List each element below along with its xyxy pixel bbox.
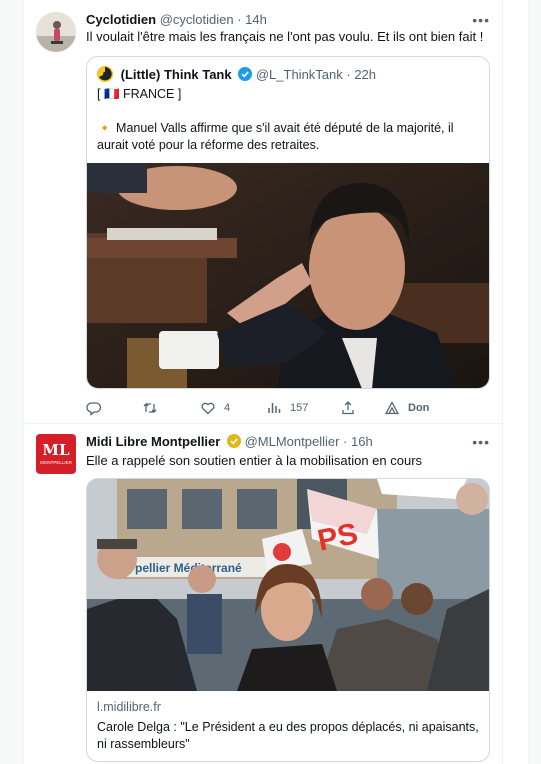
link-card[interactable]: pellier Méditerrané PS l.midilibre.fr Ca… [86,478,490,762]
quoted-tweet[interactable]: (Little) Think Tank @L_ThinkTank · 22h [… [86,56,490,389]
author-handle-time[interactable]: @MLMontpellier · 16h [245,434,373,449]
building-sign-text: pellier Méditerrané [135,561,242,575]
quote-text: 🔸 Manuel Valls affirme que s'il avait ét… [97,121,454,152]
more-dots-icon[interactable]: ••• [472,432,490,452]
link-card-domain[interactable]: l.midilibre.fr [97,700,161,714]
verified-badge-icon [238,67,253,81]
tweet[interactable]: ML MONTPELLIER Midi Libre Montpellier @M… [24,424,502,764]
heart-icon [201,402,215,415]
right-gutter [502,0,541,764]
don-label: Don [408,402,430,414]
link-card-photo[interactable]: pellier Méditerrané PS [87,479,489,691]
tweet-text: Elle a rappelé son soutien entier à la m… [86,453,423,468]
avatar[interactable] [36,12,76,52]
quote-author-name[interactable]: (Little) Think Tank [121,67,232,82]
quote-handle-time[interactable]: @L_ThinkTank · 22h [256,67,376,82]
avatar[interactable]: ML MONTPELLIER [36,434,76,474]
like-count: 4 [224,402,231,414]
quote-header: (Little) Think Tank @L_ThinkTank · 22h [97,66,376,84]
views-count: 157 [290,402,309,414]
reply-button[interactable] [86,398,110,418]
tweet-header: Midi Libre Montpellier @MLMontpellier · … [86,432,490,452]
avatar-logo-sub: MONTPELLIER [40,460,72,465]
avatar-logo-text: ML [42,441,70,459]
don-button[interactable]: Don [384,398,429,418]
left-gutter [0,0,24,764]
retweet-button[interactable] [142,398,166,418]
reply-icon [86,402,102,416]
tweet-text: Il voulait l'être mais les français ne l… [86,29,484,44]
don-triangle-icon [384,401,400,415]
timeline-feed: Cyclotidien @cyclotidien · 14h ••• Il vo… [24,0,502,764]
quote-avatar-icon [97,66,113,82]
views-button[interactable]: 157 [266,398,308,418]
verified-gold-badge-icon [226,434,241,448]
like-button[interactable]: 4 [200,398,230,418]
tweet-header: Cyclotidien @cyclotidien · 14h ••• [86,10,490,30]
quote-photo[interactable] [87,163,489,388]
more-dots-icon[interactable]: ••• [472,10,490,30]
views-icon [268,403,281,413]
link-card-title[interactable]: Carole Delga : "Le Président a eu des pr… [97,719,479,753]
share-button[interactable] [340,398,364,418]
sidebar-card-edge [528,0,541,764]
tweet[interactable]: Cyclotidien @cyclotidien · 14h ••• Il vo… [24,0,502,424]
author-name[interactable]: Cyclotidien [86,12,156,27]
author-handle-time[interactable]: @cyclotidien · 14h [160,12,267,27]
tweet-actions: 4 157 Don [86,398,490,418]
retweet-icon [143,403,157,413]
share-icon [342,401,354,415]
author-name[interactable]: Midi Libre Montpellier [86,434,220,449]
quote-line-country: [ 🇫🇷 FRANCE ] [97,87,182,101]
